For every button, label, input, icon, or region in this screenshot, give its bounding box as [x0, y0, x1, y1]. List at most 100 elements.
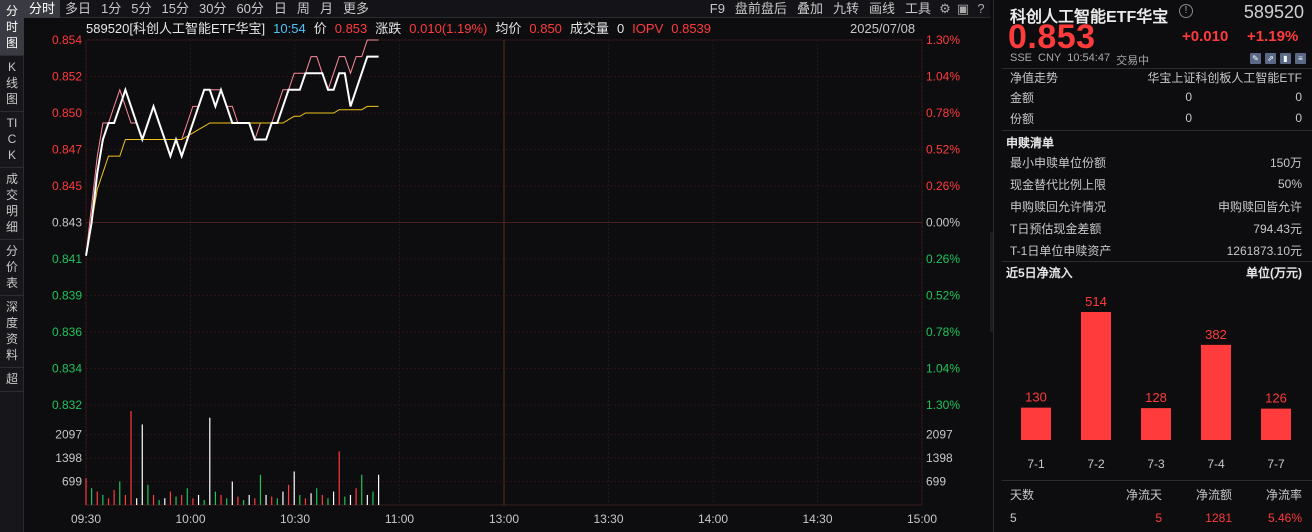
x-tick: 11:00 — [385, 512, 414, 526]
toolbar-button[interactable]: 叠加 — [792, 0, 828, 18]
help-icon[interactable]: ? — [972, 0, 990, 18]
redeem-row: 申购赎回允许情况 申购赎回皆允许 — [1010, 197, 1302, 215]
toolbar-button[interactable]: 盘前盘后 — [730, 0, 792, 18]
flow-category-label: 7-7 — [1267, 457, 1285, 471]
redeem-section-title: 申赎清单 — [1006, 136, 1055, 150]
nav-label: 净值走势 — [1010, 70, 1059, 85]
y-price-tick: 0.843 — [52, 216, 82, 230]
avg-price-line — [85, 105, 379, 256]
left-tab[interactable]: 分时图 — [0, 0, 24, 56]
change-label: 涨跌 — [375, 21, 402, 36]
period-tab[interactable]: 1分 — [96, 0, 126, 18]
chart-info-bar: 589520[科创人工智能ETF华宝] 10:54 价 0.853 涨跌 0.0… — [86, 21, 711, 37]
price-label: 价 — [313, 21, 327, 36]
y-pct-tick: 0.26% — [926, 179, 960, 193]
info-volume: 0 — [616, 21, 625, 36]
wp-icon[interactable]: ▣ — [954, 0, 972, 18]
left-tab[interactable]: 深度资料 — [0, 296, 24, 368]
left-tab-label: 超 — [6, 372, 19, 386]
period-tab[interactable]: 30分 — [194, 0, 231, 18]
y-pct-tick: 1.30% — [926, 33, 960, 47]
period-tab[interactable]: 5分 — [126, 0, 156, 18]
left-tab[interactable]: 超 — [0, 368, 24, 392]
flow-category-label: 7-1 — [1027, 457, 1045, 471]
flow-unit: 单位(万元) — [1246, 266, 1302, 280]
flow-category-label: 7-3 — [1147, 457, 1165, 471]
intraday-chart[interactable]: 0.854 1.30% 0.852 1.04% 0.850 0.78% 0.847 0.52%… — [24, 19, 990, 532]
y-price-tick: 0.832 — [52, 398, 82, 412]
gear-icon[interactable]: ⚙ — [936, 0, 954, 18]
redeem-label: T-1日单位申赎资产 — [1010, 243, 1112, 258]
y-pct-tick: 0.52% — [926, 289, 960, 303]
toolbar-button[interactable]: F9 — [705, 0, 730, 18]
toolbar-button[interactable]: 画线 — [864, 0, 900, 18]
redeem-row: 最小申赎单位份额 150万 — [1010, 153, 1302, 171]
divider — [1002, 130, 1312, 131]
volume-tick: 2097 — [926, 428, 953, 442]
redeem-value: 794.43元 — [1253, 221, 1302, 236]
panel-code: 589520 — [1243, 2, 1304, 22]
panel-meta: SSE CNY 10:54:47 交易中 — [1010, 52, 1149, 68]
flow-net-amount: 1281 — [1205, 511, 1232, 525]
edit-icon[interactable]: ✎ — [1250, 53, 1261, 64]
left-tab-label: 成交明细 — [6, 172, 19, 234]
flow-bar — [1021, 407, 1051, 440]
redeem-label: T日预估现金差额 — [1010, 221, 1102, 236]
flow-summary-table: 天数 净流天 净流额 净流率 5 5 1281 5.46% — [1010, 482, 1302, 530]
intraday-chart-svg: 0.854 1.30% 0.852 1.04% 0.850 0.78% 0.847 0.52%… — [52, 33, 960, 526]
left-tab[interactable]: K线图 — [0, 56, 24, 112]
menu-icon[interactable]: ≡ — [1295, 53, 1306, 64]
flow-header: 净流率 — [1265, 487, 1302, 502]
left-tab[interactable]: 分价表 — [0, 240, 24, 296]
volume-tick: 2097 — [55, 428, 82, 442]
amount-value-1: 0 — [1185, 90, 1192, 104]
flow-net-rate: 5.46% — [1267, 511, 1302, 525]
volume-tick: 699 — [926, 475, 946, 489]
period-tab[interactable]: 月 — [315, 0, 338, 18]
info-circle-icon[interactable]: ! — [1179, 4, 1193, 18]
period-tab[interactable]: 周 — [292, 0, 315, 18]
flow-bar-chart: 130 7-1 514 7-2 128 7-3 382 7-4 126 7-7 — [1021, 294, 1291, 471]
flow-bar — [1261, 408, 1291, 440]
trade-status: 交易中 — [1116, 55, 1150, 67]
shares-value-1: 0 — [1185, 111, 1192, 125]
y-pct-tick: 0.78% — [926, 325, 960, 339]
info-time: 10:54 — [273, 21, 306, 36]
volume-tick: 1398 — [55, 451, 82, 465]
period-tab[interactable]: 60分 — [231, 0, 268, 18]
nav-row[interactable]: 净值走势 华宝上证科创板人工智能ETF — [1010, 68, 1302, 86]
y-pct-tick: 0.00% — [926, 216, 960, 230]
y-price-tick: 0.854 — [52, 33, 82, 47]
link-icon[interactable]: ⇗ — [1265, 53, 1276, 64]
flow-category-label: 7-4 — [1207, 457, 1225, 471]
volume-tick: 1398 — [926, 451, 953, 465]
x-tick: 14:30 — [802, 512, 832, 526]
x-tick: 09:30 — [71, 512, 101, 526]
left-tab-label: 分时图 — [6, 4, 19, 50]
toolbar-button[interactable]: 工具 — [900, 0, 936, 18]
y-price-tick: 0.834 — [52, 362, 82, 376]
flow-value-label: 382 — [1205, 327, 1227, 342]
period-tab[interactable]: 日 — [269, 0, 292, 18]
security-name: 589520[科创人工智能ETF华宝] — [86, 21, 266, 36]
flow-net-days: 5 — [1155, 511, 1162, 525]
period-tab[interactable]: 多日 — [60, 0, 96, 18]
y-price-tick: 0.845 — [52, 179, 82, 193]
shares-label: 份额 — [1010, 111, 1035, 126]
left-tab[interactable]: TICK — [0, 112, 24, 168]
period-tab[interactable]: 分时 — [24, 0, 61, 18]
period-tab[interactable]: 15分 — [157, 0, 194, 18]
exchange-label: SSE — [1010, 52, 1033, 64]
bookmark-icon[interactable]: ▮ — [1280, 53, 1291, 64]
volume-label: 成交量 — [569, 21, 609, 36]
price-line — [85, 55, 379, 256]
flow-bar — [1201, 344, 1231, 440]
period-tab[interactable]: 更多 — [338, 0, 374, 18]
y-pct-tick: 1.04% — [926, 70, 960, 84]
y-pct-tick: 1.30% — [926, 398, 960, 412]
flow-category-label: 7-2 — [1087, 457, 1105, 471]
toolbar-button[interactable]: 九转 — [828, 0, 864, 18]
left-tab[interactable]: 成交明细 — [0, 168, 24, 240]
info-iopv: 0.8539 — [671, 21, 712, 36]
y-price-tick: 0.836 — [52, 325, 82, 339]
